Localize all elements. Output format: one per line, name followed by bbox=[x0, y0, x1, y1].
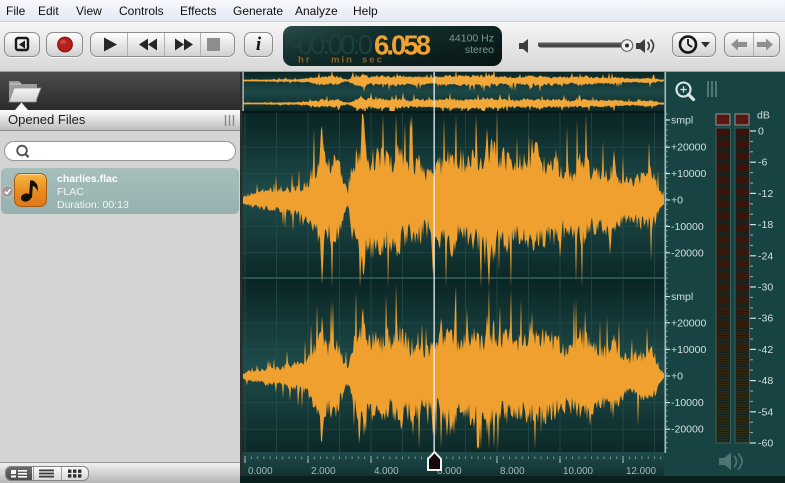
svg-text:+20000: +20000 bbox=[671, 142, 706, 154]
svg-text:smpl: smpl bbox=[671, 291, 693, 303]
svg-text:sec: sec bbox=[362, 55, 384, 66]
svg-text:hr: hr bbox=[298, 55, 312, 66]
svg-text:-10000: -10000 bbox=[671, 397, 704, 409]
svg-text:stereo: stereo bbox=[465, 44, 494, 56]
svg-text:+10000: +10000 bbox=[671, 168, 706, 180]
svg-text:4.000: 4.000 bbox=[374, 466, 399, 477]
svg-text:-42: -42 bbox=[758, 344, 773, 356]
svg-text:-30: -30 bbox=[758, 282, 773, 294]
svg-text:-18: -18 bbox=[758, 219, 773, 231]
svg-text:12.000: 12.000 bbox=[626, 466, 657, 477]
svg-text:+0: +0 bbox=[671, 371, 683, 383]
svg-text:-60: -60 bbox=[758, 438, 773, 450]
svg-text:-10000: -10000 bbox=[671, 221, 704, 233]
svg-text:-36: -36 bbox=[758, 313, 773, 325]
svg-text:+20000: +20000 bbox=[671, 317, 706, 329]
svg-text:smpl: smpl bbox=[671, 115, 693, 127]
svg-text:44100 Hz: 44100 Hz bbox=[449, 33, 494, 45]
svg-text:min: min bbox=[331, 55, 354, 66]
svg-text:0.000: 0.000 bbox=[248, 466, 273, 477]
svg-text:-12: -12 bbox=[758, 188, 773, 200]
svg-text:-20000: -20000 bbox=[671, 424, 704, 436]
svg-text:10.000: 10.000 bbox=[563, 466, 594, 477]
svg-text:2.000: 2.000 bbox=[311, 466, 336, 477]
svg-text:-6: -6 bbox=[758, 157, 767, 169]
svg-text:-48: -48 bbox=[758, 375, 773, 387]
svg-text:-24: -24 bbox=[758, 250, 773, 262]
svg-text:-20000: -20000 bbox=[671, 247, 704, 259]
svg-text:dB: dB bbox=[757, 110, 770, 122]
svg-text:+10000: +10000 bbox=[671, 344, 706, 356]
svg-text:+0: +0 bbox=[671, 195, 683, 207]
svg-text:8.000: 8.000 bbox=[500, 466, 525, 477]
svg-text:0: 0 bbox=[758, 126, 764, 138]
svg-text:-54: -54 bbox=[758, 406, 773, 418]
